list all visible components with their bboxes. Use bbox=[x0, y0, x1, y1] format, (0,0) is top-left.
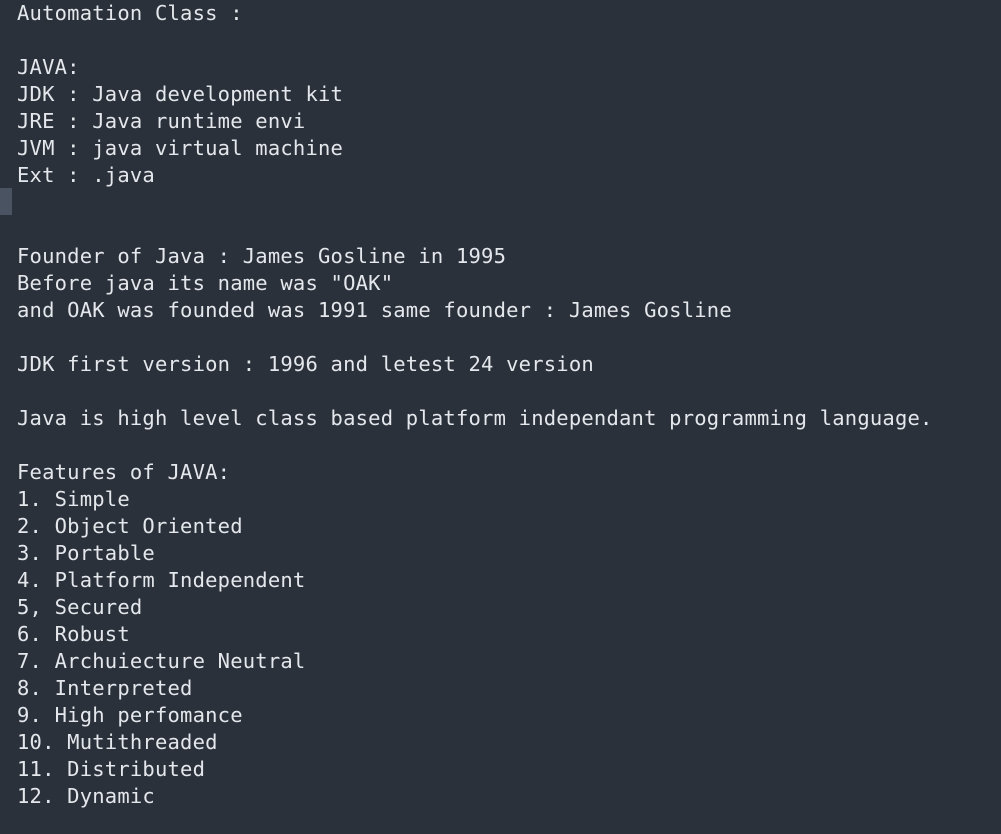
text-editor[interactable]: Automation Class : JAVA: JDK : Java deve… bbox=[0, 0, 1001, 834]
editor-line[interactable]: JDK first version : 1996 and letest 24 v… bbox=[17, 351, 1001, 378]
editor-line[interactable] bbox=[17, 324, 1001, 351]
editor-line[interactable]: 4. Platform Independent bbox=[17, 567, 1001, 594]
editor-line[interactable] bbox=[17, 189, 1001, 216]
editor-line[interactable]: 11. Distributed bbox=[17, 756, 1001, 783]
editor-line[interactable]: 10. Mutithreaded bbox=[17, 729, 1001, 756]
editor-line[interactable]: 6. Robust bbox=[17, 621, 1001, 648]
editor-line[interactable]: 8. Interpreted bbox=[17, 675, 1001, 702]
editor-line[interactable]: 2. Object Oriented bbox=[17, 513, 1001, 540]
editor-line[interactable]: JDK : Java development kit bbox=[17, 81, 1001, 108]
current-line-marker bbox=[0, 188, 12, 215]
editor-line[interactable]: Features of JAVA: bbox=[17, 459, 1001, 486]
editor-line[interactable]: Automation Class : bbox=[17, 0, 1001, 27]
editor-line[interactable]: Ext : .java bbox=[17, 162, 1001, 189]
editor-line[interactable] bbox=[17, 378, 1001, 405]
editor-line[interactable]: 5, Secured bbox=[17, 594, 1001, 621]
editor-line[interactable]: JAVA: bbox=[17, 54, 1001, 81]
editor-line[interactable]: 9. High perfomance bbox=[17, 702, 1001, 729]
editor-line[interactable]: Before java its name was "OAK" bbox=[17, 270, 1001, 297]
editor-line[interactable] bbox=[17, 216, 1001, 243]
editor-line[interactable]: 1. Simple bbox=[17, 486, 1001, 513]
editor-line[interactable] bbox=[17, 27, 1001, 54]
editor-line[interactable]: 3. Portable bbox=[17, 540, 1001, 567]
editor-line[interactable] bbox=[17, 432, 1001, 459]
editor-line[interactable]: Java is high level class based platform … bbox=[17, 405, 1001, 432]
editor-line[interactable]: JVM : java virtual machine bbox=[17, 135, 1001, 162]
editor-line[interactable]: 7. Archuiecture Neutral bbox=[17, 648, 1001, 675]
editor-line[interactable]: JRE : Java runtime envi bbox=[17, 108, 1001, 135]
editor-line[interactable]: 12. Dynamic bbox=[17, 783, 1001, 810]
editor-line[interactable]: Founder of Java : James Gosline in 1995 bbox=[17, 243, 1001, 270]
editor-line[interactable]: and OAK was founded was 1991 same founde… bbox=[17, 297, 1001, 324]
editor-text-area[interactable]: Automation Class : JAVA: JDK : Java deve… bbox=[17, 0, 1001, 834]
